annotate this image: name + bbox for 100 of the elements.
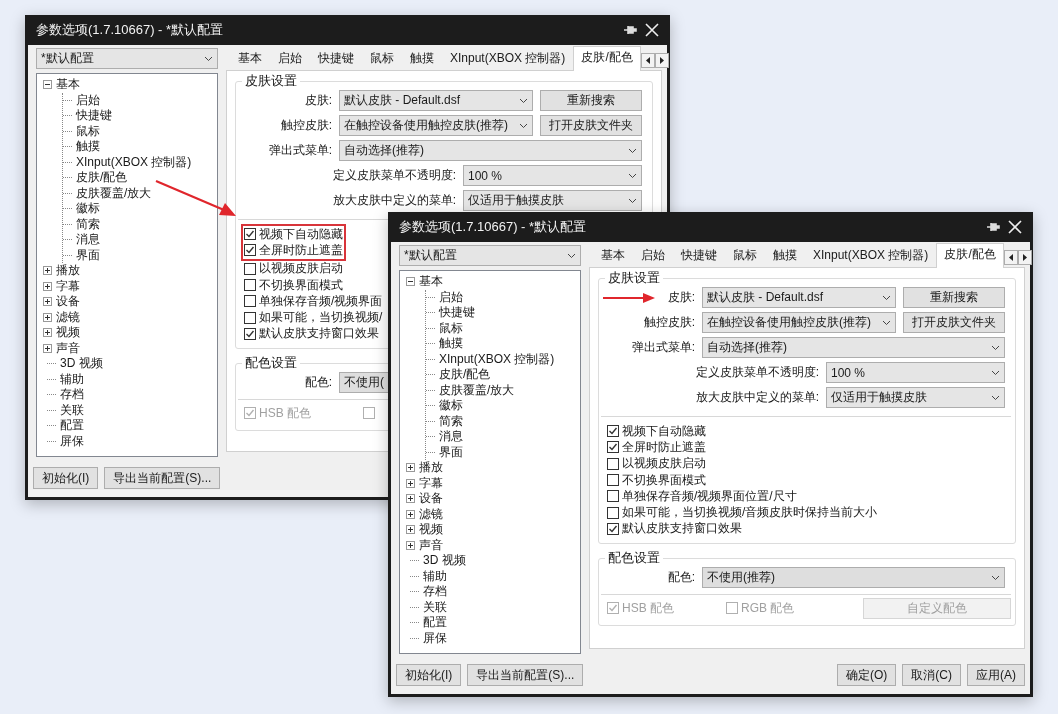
checkbox[interactable] xyxy=(244,279,256,292)
button[interactable]: 重新搜索 xyxy=(902,287,1005,308)
tree-item[interactable]: 鼠标 xyxy=(439,319,463,337)
tab[interactable]: 皮肤/配色 xyxy=(573,46,641,71)
pin-icon[interactable] xyxy=(986,221,1000,233)
expand-icon[interactable] xyxy=(406,494,415,504)
pin-icon[interactable] xyxy=(623,24,637,36)
tree-item[interactable]: 简索 xyxy=(439,412,463,430)
tree-item[interactable]: 视频 xyxy=(56,324,80,342)
tree-item[interactable]: 声音 xyxy=(56,339,80,357)
tree-item[interactable]: 消息 xyxy=(76,231,100,249)
dropdown[interactable]: 默认皮肤 - Default.dsf xyxy=(339,90,533,111)
tree-item[interactable]: 基本 xyxy=(419,273,443,291)
tree-item[interactable]: 3D 视频 xyxy=(60,355,103,373)
expand-icon[interactable] xyxy=(406,463,415,473)
dropdown[interactable]: 自动选择(推荐) xyxy=(702,337,1005,358)
dropdown[interactable]: 在触控设备使用触控皮肤(推荐) xyxy=(702,312,896,333)
tree-item[interactable]: 皮肤覆盖/放大 xyxy=(76,184,152,202)
checkbox[interactable] xyxy=(607,506,619,519)
button[interactable]: 导出当前配置(S)... xyxy=(104,467,221,489)
tab[interactable]: 触摸 xyxy=(765,244,805,267)
checkbox[interactable] xyxy=(607,441,619,454)
tree-item[interactable]: 界面 xyxy=(76,246,100,264)
expand-icon[interactable] xyxy=(406,509,415,519)
checkbox[interactable] xyxy=(607,490,619,503)
dropdown[interactable]: 不使用(推荐) xyxy=(702,567,1005,589)
tree-item[interactable]: 徽标 xyxy=(439,397,463,415)
button[interactable]: 确定(O) xyxy=(837,664,897,686)
tree-item[interactable]: 辅助 xyxy=(60,370,84,388)
tree-item[interactable]: 设备 xyxy=(419,490,443,508)
tree-item[interactable]: 辅助 xyxy=(423,567,447,585)
tree-item[interactable]: 皮肤/配色 xyxy=(439,366,491,384)
button[interactable]: 打开皮肤文件夹 xyxy=(902,312,1005,333)
tab[interactable]: 快捷键 xyxy=(673,244,725,267)
dropdown[interactable]: 在触控设备使用触控皮肤(推荐) xyxy=(339,115,533,136)
tab[interactable]: 快捷键 xyxy=(310,47,362,70)
tree-item[interactable]: 设备 xyxy=(56,293,80,311)
close-icon[interactable] xyxy=(645,23,659,37)
tree-item[interactable]: 配置 xyxy=(423,614,447,632)
expand-icon[interactable] xyxy=(43,281,52,291)
checkbox[interactable] xyxy=(607,457,619,470)
tab[interactable]: XInput(XBOX 控制器) xyxy=(442,47,574,70)
checkbox[interactable] xyxy=(607,425,619,438)
tab[interactable]: 触摸 xyxy=(402,47,442,70)
dropdown[interactable]: 100 % xyxy=(826,362,1005,383)
tree-item[interactable]: 声音 xyxy=(419,536,443,554)
tree-item[interactable]: 滤镜 xyxy=(419,505,443,523)
tab[interactable]: 基本 xyxy=(593,244,633,267)
tree-item[interactable]: 触摸 xyxy=(76,138,100,156)
checkbox[interactable] xyxy=(244,327,256,340)
checkbox[interactable] xyxy=(607,522,619,535)
checkbox[interactable] xyxy=(607,474,619,487)
tree-item[interactable]: 配置 xyxy=(60,417,84,435)
expand-icon[interactable] xyxy=(43,266,52,276)
expand-icon[interactable] xyxy=(406,478,415,488)
button[interactable]: 取消(C) xyxy=(902,664,961,686)
tree-item[interactable]: 基本 xyxy=(56,76,80,94)
dropdown[interactable]: 仅适用于触摸皮肤 xyxy=(826,387,1005,408)
tree-item[interactable]: 屏保 xyxy=(423,629,447,647)
tree-item[interactable]: 徽标 xyxy=(76,200,100,218)
profile-dropdown[interactable]: *默认配置 xyxy=(399,245,581,266)
expand-icon[interactable] xyxy=(43,297,52,307)
tree-item[interactable]: 滤镜 xyxy=(56,308,80,326)
expand-icon[interactable] xyxy=(406,525,415,535)
tree-item[interactable]: 播放 xyxy=(419,459,443,477)
tree-item[interactable]: 启始 xyxy=(439,288,463,306)
checkbox[interactable] xyxy=(244,311,256,324)
tree-item[interactable]: XInput(XBOX 控制器) xyxy=(76,153,192,171)
tree-item[interactable]: 快捷键 xyxy=(76,107,112,125)
tree-item[interactable]: 界面 xyxy=(439,443,463,461)
tree-item[interactable]: 触摸 xyxy=(439,335,463,353)
button[interactable]: 初始化(I) xyxy=(33,467,99,489)
dropdown[interactable]: 默认皮肤 - Default.dsf xyxy=(702,287,896,308)
expand-icon[interactable] xyxy=(43,312,52,322)
tree-item[interactable]: 关联 xyxy=(423,598,447,616)
tree-item[interactable]: 存档 xyxy=(60,386,84,404)
close-icon[interactable] xyxy=(1008,220,1022,234)
tab[interactable]: 鼠标 xyxy=(725,244,765,267)
checkbox[interactable] xyxy=(244,295,256,308)
dropdown[interactable]: 仅适用于触摸皮肤 xyxy=(463,190,642,211)
tree-item[interactable]: XInput(XBOX 控制器) xyxy=(439,350,555,368)
tree-item[interactable]: 3D 视频 xyxy=(423,552,466,570)
profile-dropdown[interactable]: *默认配置 xyxy=(36,48,218,69)
expand-icon[interactable] xyxy=(43,328,52,338)
tree-item[interactable]: 皮肤覆盖/放大 xyxy=(439,381,515,399)
button[interactable]: 应用(A) xyxy=(967,664,1025,686)
tree-item[interactable]: 关联 xyxy=(60,401,84,419)
tree-item[interactable]: 快捷键 xyxy=(439,304,475,322)
tree-item[interactable]: 字幕 xyxy=(56,277,80,295)
button[interactable]: 打开皮肤文件夹 xyxy=(539,115,642,136)
tree-item[interactable]: 皮肤/配色 xyxy=(76,169,128,187)
tree-item[interactable]: 启始 xyxy=(76,91,100,109)
checkbox[interactable] xyxy=(244,244,256,257)
dropdown[interactable]: 自动选择(推荐) xyxy=(339,140,642,161)
tab[interactable]: 启始 xyxy=(633,244,673,267)
collapse-icon[interactable] xyxy=(406,277,415,287)
tree-item[interactable]: 视频 xyxy=(419,521,443,539)
tree-item[interactable]: 消息 xyxy=(439,428,463,446)
checkbox[interactable] xyxy=(244,262,256,275)
checkbox[interactable] xyxy=(244,228,256,241)
